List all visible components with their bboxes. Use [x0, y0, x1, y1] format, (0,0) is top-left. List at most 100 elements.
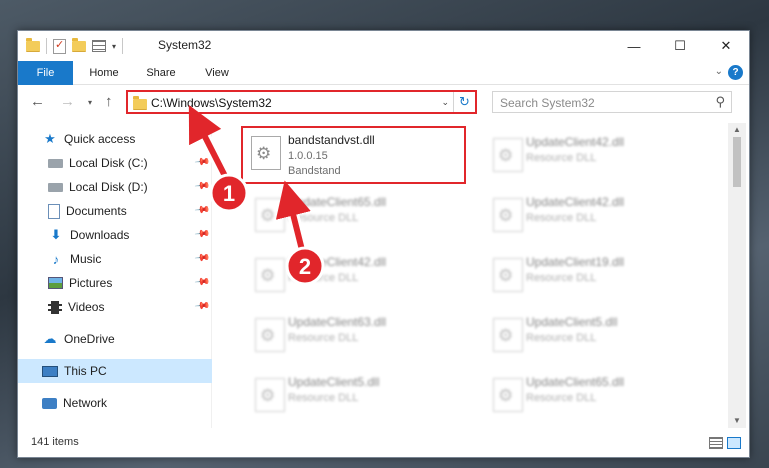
recent-locations-chevron-icon[interactable]: ▾: [88, 98, 92, 107]
file-tile-highlighted[interactable]: bandstandvst.dll 1.0.0.15 Bandstand: [241, 126, 466, 184]
dll-file-icon: [493, 258, 523, 292]
sidebar-item-label: This PC: [64, 364, 107, 378]
file-description: Resource DLL: [526, 332, 597, 344]
file-tile[interactable]: UpdateClient65.dll Resource DLL: [241, 187, 466, 247]
vertical-scrollbar[interactable]: ▲ ▼: [728, 123, 746, 428]
file-tile[interactable]: UpdateClient5.dll Resource DLL: [241, 367, 466, 427]
file-description: Bandstand: [288, 165, 341, 177]
videos-icon: [48, 300, 62, 314]
computer-icon: [42, 365, 58, 377]
refresh-icon[interactable]: ↻: [453, 92, 475, 112]
sidebar-item-label: Music: [70, 252, 102, 266]
pin-icon[interactable]: 📌: [193, 154, 210, 170]
help-icon[interactable]: ?: [728, 65, 743, 80]
sidebar-item-music[interactable]: ♪ Music 📌: [18, 247, 212, 271]
file-name: UpdateClient5.dll: [526, 315, 618, 329]
tab-file[interactable]: File: [18, 61, 73, 85]
quick-access-toolbar: ▾: [26, 37, 124, 55]
new-folder-icon[interactable]: [72, 37, 86, 52]
scroll-down-chevron-icon[interactable]: ▼: [728, 414, 746, 428]
sidebar-item-this-pc[interactable]: This PC: [18, 359, 212, 383]
file-name: bandstandvst.dll: [288, 133, 375, 147]
sidebar-item-label: Documents: [66, 204, 127, 218]
window-controls: — ☐ ✕: [611, 31, 749, 61]
file-tile[interactable]: UpdateClient19.dll Resource DLL: [479, 247, 704, 307]
scroll-up-chevron-icon[interactable]: ▲: [728, 123, 746, 137]
file-tile[interactable]: UpdateClient63.dll Resource DLL: [241, 307, 466, 367]
address-bar[interactable]: C:\Windows\System32 ⌄ ↻: [126, 90, 477, 114]
maximize-button[interactable]: ☐: [657, 31, 703, 61]
customize-toolbar-chevron-icon[interactable]: ▾: [112, 42, 116, 51]
search-placeholder: Search System32: [500, 96, 595, 110]
minimize-button[interactable]: —: [611, 31, 657, 61]
close-button[interactable]: ✕: [703, 31, 749, 61]
pin-icon[interactable]: 📌: [193, 274, 210, 290]
sidebar-item-label: Downloads: [70, 228, 130, 242]
pin-icon[interactable]: 📌: [193, 298, 210, 314]
address-history-chevron-icon[interactable]: ⌄: [441, 97, 449, 108]
status-bar: 141 items: [18, 431, 749, 457]
address-path[interactable]: C:\Windows\System32: [151, 96, 272, 110]
tab-view[interactable]: View: [194, 61, 240, 85]
file-version: 1.0.0.15: [288, 150, 328, 162]
file-tile[interactable]: UpdateClient65.dll Resource DLL: [479, 367, 704, 427]
sidebar-item-label: Network: [63, 396, 108, 410]
tab-home[interactable]: Home: [78, 61, 130, 85]
file-name: UpdateClient65.dll: [526, 375, 625, 389]
tab-share[interactable]: Share: [136, 61, 186, 85]
file-name: UpdateClient65.dll: [288, 195, 387, 209]
file-tile[interactable]: UpdateClient5.dll Resource DLL: [479, 307, 704, 367]
file-list: bandstandvst.dll 1.0.0.15 Bandstand Upda…: [223, 123, 728, 428]
scrollbar-thumb[interactable]: [733, 137, 741, 187]
sidebar-item-pictures[interactable]: Pictures 📌: [18, 271, 212, 295]
pin-icon[interactable]: 📌: [193, 250, 210, 266]
sidebar-item-label: OneDrive: [64, 332, 115, 346]
search-input[interactable]: Search System32 ⚲: [492, 91, 732, 113]
file-description: Resource DLL: [288, 332, 359, 344]
dll-file-icon: [493, 138, 523, 172]
file-description: Resource DLL: [526, 152, 597, 164]
sidebar-item-onedrive[interactable]: ☁ OneDrive: [18, 327, 212, 351]
file-name: UpdateClient19.dll: [526, 255, 625, 269]
sidebar-item-local-disk-d[interactable]: Local Disk (D:) 📌: [18, 175, 212, 199]
file-description: Resource DLL: [288, 272, 359, 284]
expand-ribbon-chevron-icon[interactable]: ⌄: [715, 66, 723, 77]
up-arrow-icon[interactable]: ↑: [105, 93, 113, 110]
back-arrow-icon[interactable]: ←: [30, 93, 45, 110]
forward-arrow-icon[interactable]: →: [60, 93, 75, 110]
file-name: UpdateClient42.dll: [526, 195, 625, 209]
file-tile[interactable]: UpdateClient42.dll Resource DLL: [479, 127, 704, 187]
pin-icon[interactable]: 📌: [193, 226, 210, 242]
folder-icon: [26, 37, 40, 52]
sidebar-item-quick-access[interactable]: ★ Quick access: [18, 127, 212, 151]
large-icons-view-icon[interactable]: [727, 437, 741, 449]
pin-icon[interactable]: 📌: [193, 202, 210, 218]
view-switcher: [709, 437, 741, 449]
ribbon-tabs: File Home Share View ⌄ ?: [18, 61, 749, 85]
sidebar-item-downloads[interactable]: ⬇ Downloads 📌: [18, 223, 212, 247]
sidebar-item-label: Local Disk (C:): [69, 156, 148, 170]
dll-file-icon: [255, 198, 285, 232]
pin-icon[interactable]: 📌: [193, 178, 210, 194]
dll-file-icon: [493, 378, 523, 412]
details-view-icon[interactable]: [709, 437, 723, 449]
file-description: Resource DLL: [288, 212, 359, 224]
sidebar-item-documents[interactable]: Documents 📌: [18, 199, 212, 223]
sidebar-item-videos[interactable]: Videos 📌: [18, 295, 212, 319]
sidebar-item-label: Local Disk (D:): [69, 180, 148, 194]
sidebar-item-network[interactable]: Network: [18, 391, 212, 415]
file-tile[interactable]: UpdateClient42.dll Resource DLL: [479, 187, 704, 247]
drive-icon: [48, 158, 63, 168]
view-options-icon[interactable]: [92, 40, 106, 52]
properties-icon[interactable]: [53, 38, 66, 54]
file-name: UpdateClient5.dll: [288, 375, 380, 389]
window-title: System32: [158, 38, 212, 52]
cloud-icon: ☁: [43, 331, 57, 346]
download-icon: ⬇: [50, 227, 62, 242]
item-count: 141 items: [31, 436, 79, 448]
sidebar-item-local-disk-c[interactable]: Local Disk (C:) 📌: [18, 151, 212, 175]
file-tile[interactable]: UpdateClient42.dll Resource DLL: [241, 247, 466, 307]
documents-icon: [48, 203, 60, 219]
search-icon[interactable]: ⚲: [715, 94, 725, 110]
star-icon: ★: [44, 131, 56, 146]
